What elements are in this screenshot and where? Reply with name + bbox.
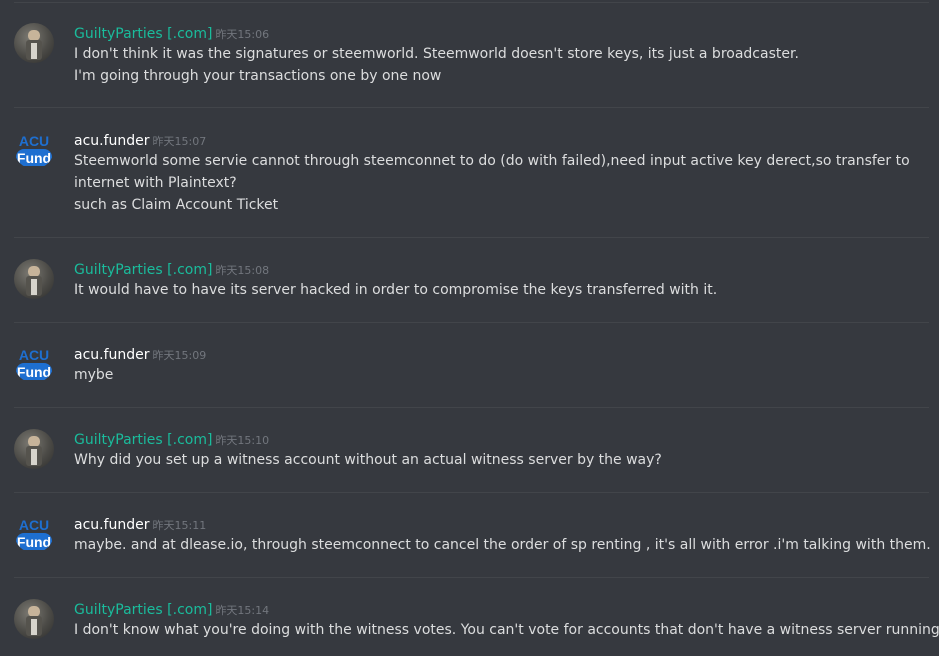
- timestamp: 昨天15:09: [152, 349, 207, 362]
- acu-logo-bottom-text: Fund: [17, 534, 51, 550]
- avatar-acu-funder[interactable]: ACU Fund: [14, 513, 54, 553]
- avatar-guiltyparties[interactable]: [14, 23, 54, 63]
- timestamp: 昨天15:10: [215, 434, 270, 447]
- timestamp: 昨天15:07: [152, 135, 207, 148]
- author-name[interactable]: acu.funder: [74, 133, 150, 149]
- message-text: Steemworld some servie cannot through st…: [74, 153, 910, 169]
- acu-logo-top-text: ACU: [19, 347, 49, 363]
- message-divider: [14, 322, 929, 323]
- message-text: internet with Plaintext?: [74, 175, 237, 191]
- message-divider: [14, 2, 929, 3]
- message-text: I don't know what you're doing with the …: [74, 622, 939, 638]
- message-divider: [14, 492, 929, 493]
- message-text: mybe: [74, 367, 114, 383]
- avatar-acu-funder[interactable]: ACU Fund: [14, 129, 54, 169]
- acu-logo-top-text: ACU: [19, 517, 49, 533]
- avatar-guiltyparties[interactable]: [14, 429, 54, 469]
- message-divider: [14, 577, 929, 578]
- message-divider: [14, 237, 929, 238]
- message-text: such as Claim Account Ticket: [74, 197, 279, 213]
- author-name[interactable]: GuiltyParties [.com]: [74, 602, 212, 618]
- message-text: It would have to have its server hacked …: [74, 282, 718, 298]
- message-text: I don't think it was the signatures or s…: [74, 46, 799, 62]
- message-text: Why did you set up a witness account wit…: [74, 452, 662, 468]
- timestamp: 昨天15:11: [152, 519, 207, 532]
- author-name[interactable]: GuiltyParties [.com]: [74, 432, 212, 448]
- acu-logo-bottom-text: Fund: [17, 150, 51, 166]
- chat-messages: GuiltyParties [.com] 昨天15:06 I don't thin…: [0, 0, 939, 656]
- acu-logo-top-text: ACU: [19, 133, 49, 149]
- message-text: I'm going through your transactions one …: [74, 68, 442, 84]
- avatar-acu-funder[interactable]: ACU Fund: [14, 343, 54, 383]
- timestamp: 昨天15:14: [215, 604, 270, 617]
- message-text: maybe. and at dlease.io, through steemco…: [74, 537, 931, 553]
- author-name[interactable]: GuiltyParties [.com]: [74, 26, 212, 42]
- author-name[interactable]: acu.funder: [74, 517, 150, 533]
- timestamp: 昨天15:08: [215, 264, 270, 277]
- timestamp: 昨天15:06: [215, 28, 270, 41]
- avatar-guiltyparties[interactable]: [14, 259, 54, 299]
- message-divider: [14, 407, 929, 408]
- author-name[interactable]: acu.funder: [74, 347, 150, 363]
- acu-logo-bottom-text: Fund: [17, 364, 51, 380]
- message-divider: [14, 107, 929, 108]
- author-name[interactable]: GuiltyParties [.com]: [74, 262, 212, 278]
- avatar-guiltyparties[interactable]: [14, 599, 54, 639]
